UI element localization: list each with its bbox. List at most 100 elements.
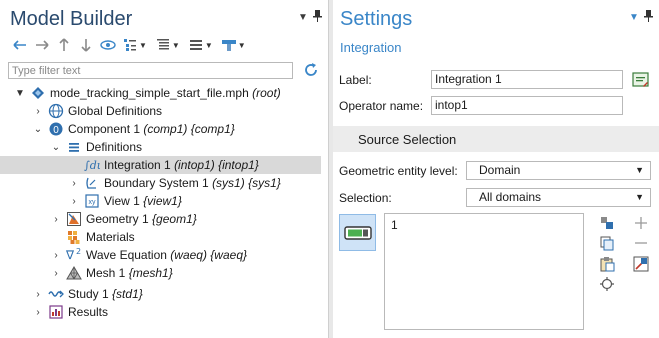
paste-selection-icon[interactable] xyxy=(599,215,615,231)
section-title: Source Selection xyxy=(358,131,457,147)
tree-item-boundary-system[interactable]: › Boundary System 1 (sys1) {sys1} xyxy=(0,174,321,192)
boundary-system-icon xyxy=(84,175,100,191)
tree-item-tag: {mesh1} xyxy=(128,266,173,280)
tree-item-label: Study 1 xyxy=(68,287,109,301)
tree-item-label: Materials xyxy=(86,230,135,244)
selection-label: Selection: xyxy=(339,191,392,205)
tree-item-wave-equation[interactable]: › ∇ 2 Wave Equation (waeq) {waeq} xyxy=(0,246,321,264)
tree-item-mesh[interactable]: › Mesh 1 {mesh1} xyxy=(0,264,321,282)
tree-item-label: Results xyxy=(68,305,109,319)
materials-icon xyxy=(66,229,82,245)
settings-panel: Settings ▼ Integration Label: Integratio… xyxy=(333,0,659,338)
tree-item-global-definitions[interactable]: › Global Definitions xyxy=(0,102,321,120)
svg-text:2: 2 xyxy=(76,247,81,256)
tree-item-materials[interactable]: Materials xyxy=(0,228,321,246)
dropdown-arrow-icon: ▼ xyxy=(635,192,644,202)
source-selection-section[interactable]: Source Selection xyxy=(333,126,659,152)
view-menu-icon[interactable]: ▼ xyxy=(629,12,639,23)
tree-item-root[interactable]: ▼ mode_tracking_simple_start_file.mph (r… xyxy=(0,84,321,102)
filter-input[interactable]: Type filter text xyxy=(8,62,293,79)
selection-list[interactable]: 1 xyxy=(384,213,584,330)
chevron-down-icon[interactable]: ▼ xyxy=(14,88,26,99)
tree-item-tag: {view1} xyxy=(143,194,182,208)
geometry-icon xyxy=(66,211,82,227)
arrow-left-icon[interactable] xyxy=(10,36,30,54)
clear-selection-icon[interactable] xyxy=(633,256,649,272)
dropdown-arrow-icon: ▼ xyxy=(635,165,644,175)
operator-name-input[interactable]: intop1 xyxy=(431,96,623,115)
settings-title: Settings xyxy=(340,8,413,30)
arrow-right-icon[interactable] xyxy=(32,36,52,54)
settings-subtitle: Integration xyxy=(340,40,402,55)
tree-item-tag: (waeq) {waeq} xyxy=(170,248,247,262)
collapse-icon[interactable] xyxy=(120,36,140,54)
chevron-right-icon[interactable]: › xyxy=(68,178,80,189)
arrow-up-icon[interactable] xyxy=(54,36,74,54)
label-input[interactable]: Integration 1 xyxy=(431,70,623,89)
show-icon[interactable] xyxy=(98,36,118,54)
results-icon xyxy=(48,304,64,320)
chevron-right-icon[interactable]: › xyxy=(32,289,44,300)
build-icon[interactable] xyxy=(219,36,239,54)
selection-list-item[interactable]: 1 xyxy=(391,218,577,232)
tree-item-label: Definitions xyxy=(86,140,143,154)
pin-icon[interactable] xyxy=(644,10,653,25)
node-documentation-icon[interactable] xyxy=(632,71,650,89)
selection-select[interactable]: All domains ▼ xyxy=(466,188,651,207)
tree-item-tag: (sys1) {sys1} xyxy=(212,176,281,190)
view-menu-icon[interactable]: ▼ xyxy=(298,12,308,23)
tree-item-label: Integration 1 xyxy=(104,158,171,172)
chevron-down-icon[interactable]: ⌄ xyxy=(32,124,44,135)
chevron-down-icon[interactable]: ⌄ xyxy=(50,142,62,153)
clipboard-icon[interactable] xyxy=(599,256,615,272)
definitions-icon xyxy=(66,139,82,155)
svg-text:xy: xy xyxy=(89,199,97,206)
tree-item-view[interactable]: › xy View 1 {view1} xyxy=(0,192,321,210)
study-icon xyxy=(48,286,64,302)
tree-item-label: View 1 xyxy=(104,194,140,208)
chevron-right-icon[interactable]: › xyxy=(50,214,62,225)
tree-item-definitions[interactable]: ⌄ Definitions xyxy=(0,138,321,156)
svg-text:0: 0 xyxy=(53,125,59,136)
tree-item-geometry[interactable]: › Geometry 1 {geom1} xyxy=(0,210,321,228)
pin-icon[interactable] xyxy=(313,10,322,25)
chevron-down-icon[interactable]: ▼ xyxy=(172,41,180,50)
refresh-icon[interactable] xyxy=(303,62,319,78)
tree-item-tag: (comp1) {comp1} xyxy=(143,122,235,136)
tree-item-label: Global Definitions xyxy=(68,104,163,118)
label-field-label: Label: xyxy=(339,73,372,87)
model-file-icon xyxy=(30,85,46,101)
tree-item-label: mode_tracking_simple_start_file.mph xyxy=(50,86,249,100)
tree-item-integration[interactable]: ∫du Integration 1 (intop1) {intop1} xyxy=(0,156,321,174)
chevron-down-icon[interactable]: ▼ xyxy=(205,41,213,50)
chevron-right-icon[interactable]: › xyxy=(50,268,62,279)
tree-item-label: Boundary System 1 xyxy=(104,176,209,190)
chevron-down-icon[interactable]: ▼ xyxy=(238,41,246,50)
entity-level-label: Geometric entity level: xyxy=(339,164,458,178)
tree-item-label: Geometry 1 xyxy=(86,212,149,226)
model-builder-title: Model Builder xyxy=(10,8,133,30)
chevron-right-icon[interactable]: › xyxy=(68,196,80,207)
chevron-down-icon[interactable]: ▼ xyxy=(139,41,147,50)
operator-name-label: Operator name: xyxy=(339,99,424,113)
arrow-down-icon[interactable] xyxy=(76,36,96,54)
tree-item-results[interactable]: › Results xyxy=(0,303,321,321)
copy-selection-icon[interactable] xyxy=(599,235,615,251)
list-icon[interactable] xyxy=(186,36,206,54)
integration-icon: ∫du xyxy=(84,157,100,173)
tree-item-label: Component 1 xyxy=(68,122,141,136)
tree-item-study[interactable]: › Study 1 {std1} xyxy=(0,285,321,303)
tree-item-tag: (intop1) {intop1} xyxy=(174,158,259,172)
remove-icon[interactable] xyxy=(633,235,649,251)
expand-icon[interactable] xyxy=(153,36,173,54)
zoom-to-selection-icon[interactable] xyxy=(599,276,615,292)
entity-level-select[interactable]: Domain ▼ xyxy=(466,161,651,180)
chevron-right-icon[interactable]: › xyxy=(50,250,62,261)
chevron-right-icon[interactable]: › xyxy=(32,106,44,117)
active-toggle-button[interactable] xyxy=(339,214,376,251)
add-icon[interactable] xyxy=(633,215,649,231)
chevron-right-icon[interactable]: › xyxy=(32,307,44,318)
tree-item-label: Mesh 1 xyxy=(86,266,126,280)
tree-item-component[interactable]: ⌄ 0 Component 1 (comp1) {comp1} xyxy=(0,120,321,138)
model-builder-panel: Model Builder ▼ ▼ ▼ ▼ ▼ Type filter text… xyxy=(0,0,329,338)
